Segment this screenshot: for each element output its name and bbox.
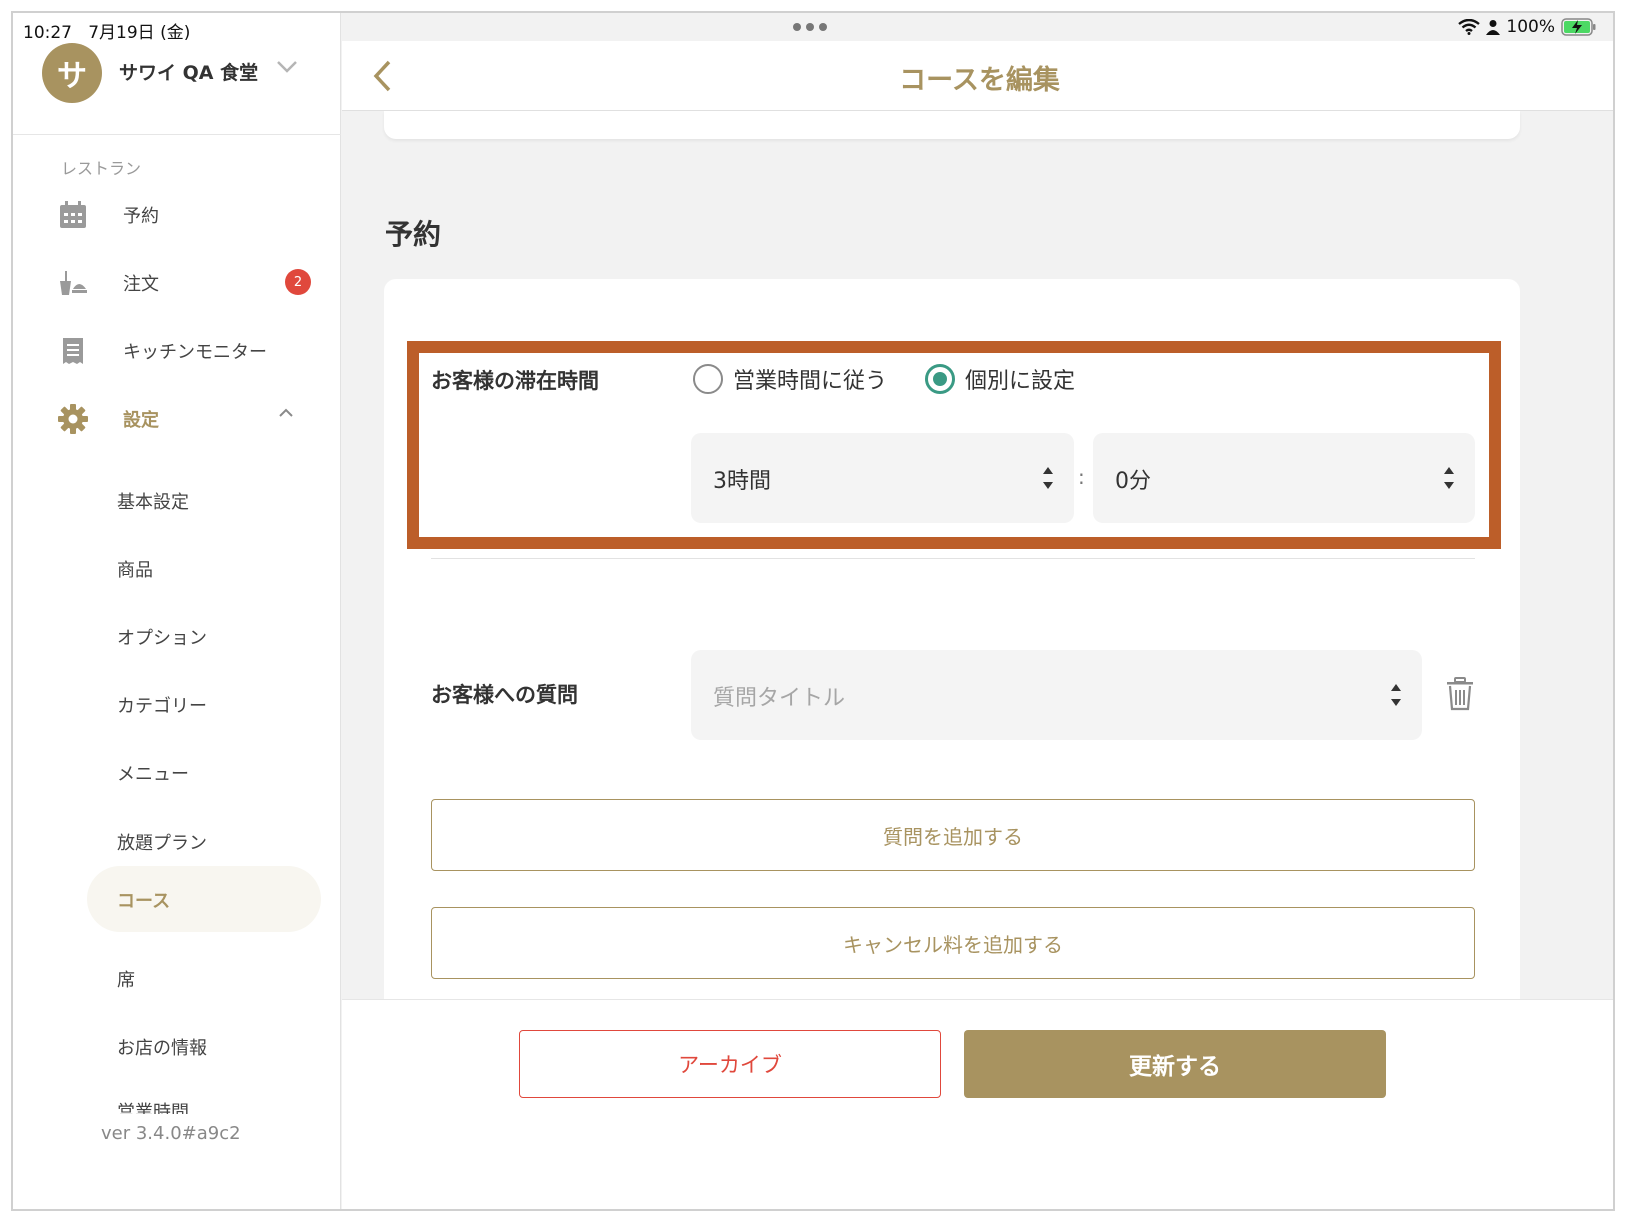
customer-questions-label: お客様への質問 (431, 683, 578, 707)
shop-name: サワイ QA 食堂 (119, 62, 259, 84)
order-count-badge: 2 (285, 269, 311, 295)
section-title: 予約 (385, 218, 442, 251)
status-indicators: 100% (1458, 17, 1597, 37)
sidebar-item-label: 注文 (123, 274, 159, 295)
sidebar-subitem-label: 席 (117, 970, 135, 991)
wifi-icon (1458, 19, 1481, 35)
calendar-icon (60, 201, 86, 228)
shop-avatar: サ (42, 43, 102, 103)
sidebar-item-reservations[interactable]: 予約 (13, 187, 341, 243)
select-value: 3時間 (713, 469, 771, 494)
radio-label: 個別に設定 (965, 369, 1076, 394)
sidebar-subitem-label: お店の情報 (117, 1038, 207, 1059)
radio-label: 営業時間に従う (733, 369, 888, 394)
sidebar: 10:27 7月19日 (金) サ サワイ QA 食堂 レストラン 予約 注文 … (13, 13, 341, 1209)
status-time: 10:27 7月19日 (金) (23, 23, 191, 43)
sidebar-subitem-basic-settings[interactable]: 基本設定 (13, 467, 341, 533)
sidebar-subitem-products[interactable]: 商品 (13, 535, 341, 601)
app-version: ver 3.4.0#a9c2 (101, 1123, 241, 1144)
add-question-button[interactable]: 質問を追加する (431, 799, 1475, 871)
page-title: コースを編集 (899, 65, 1060, 96)
up-down-arrows-icon (1043, 467, 1053, 489)
up-down-arrows-icon (1444, 467, 1454, 489)
question-title-select[interactable]: 質問タイトル (691, 650, 1422, 740)
sidebar-item-orders[interactable]: 注文 2 (13, 255, 341, 311)
sidebar-subitem-label: オプション (117, 628, 207, 649)
radio-follow-business-hours[interactable]: 営業時間に従う (693, 363, 887, 395)
battery-charging-icon (1561, 18, 1596, 36)
user-icon (1486, 20, 1501, 35)
stay-minutes-select[interactable]: 0分 (1093, 433, 1475, 523)
sidebar-item-label: 設定 (123, 410, 159, 431)
sidebar-item-settings[interactable]: 設定 (13, 391, 341, 447)
select-value: 0分 (1115, 469, 1151, 494)
sidebar-subitem-label: 商品 (117, 560, 153, 581)
sidebar-subitem-label: 放題プラン (117, 833, 207, 854)
divider (431, 558, 1475, 559)
previous-card-bottom (384, 111, 1520, 139)
trash-icon[interactable] (1445, 677, 1475, 711)
gear-icon (58, 404, 88, 434)
page-header: コースを編集 (342, 41, 1613, 111)
radio-unselected-icon (693, 364, 723, 394)
sidebar-subitem-business-hours[interactable]: 営業時間 (13, 1088, 341, 1114)
multitask-dots[interactable] (793, 23, 827, 31)
radio-selected-icon (925, 364, 955, 394)
sidebar-subitem-all-you-can-plan[interactable]: 放題プラン (13, 808, 341, 874)
sidebar-subitem-label: 営業時間 (117, 1102, 189, 1114)
select-placeholder: 質問タイトル (713, 686, 846, 711)
stay-time-label: お客様の滞在時間 (431, 369, 599, 393)
time-separator: : (1078, 465, 1085, 489)
update-button[interactable]: 更新する (964, 1030, 1386, 1098)
sidebar-subitem-menu[interactable]: メニュー (13, 739, 341, 805)
sidebar-subitem-shop-info[interactable]: お店の情報 (13, 1013, 341, 1079)
sidebar-subitem-label: メニュー (117, 764, 189, 785)
sidebar-item-label: 予約 (123, 206, 159, 227)
sidebar-subitem-label: カテゴリー (117, 696, 207, 717)
chevron-down-icon[interactable] (275, 59, 299, 75)
stay-hours-select[interactable]: 3時間 (691, 433, 1074, 523)
up-down-arrows-icon (1391, 684, 1401, 706)
battery-percent: 100% (1506, 17, 1555, 37)
sidebar-subitem-course[interactable]: コース (13, 866, 341, 932)
sidebar-subitem-options[interactable]: オプション (13, 603, 341, 669)
sidebar-subitem-seats[interactable]: 席 (13, 945, 341, 1011)
sidebar-subitem-label: 基本設定 (117, 492, 189, 513)
chevron-up-icon[interactable] (277, 407, 295, 419)
shop-switcher[interactable]: サ サワイ QA 食堂 (13, 41, 341, 135)
sidebar-item-label: キッチンモニター (123, 342, 267, 363)
sidebar-subitem-categories[interactable]: カテゴリー (13, 671, 341, 737)
radio-custom-setting[interactable]: 個別に設定 (925, 363, 1075, 395)
order-icon (60, 271, 87, 295)
add-cancel-fee-button[interactable]: キャンセル料を追加する (431, 907, 1475, 979)
action-footer: アーカイブ 更新する (342, 999, 1613, 1209)
sidebar-item-kitchen-monitor[interactable]: キッチンモニター (13, 323, 341, 379)
sidebar-section-label: レストラン (61, 159, 142, 178)
receipt-icon (63, 338, 83, 364)
sidebar-subitem-label: コース (117, 891, 171, 912)
archive-button[interactable]: アーカイブ (519, 1030, 941, 1098)
app-frame: 10:27 7月19日 (金) サ サワイ QA 食堂 レストラン 予約 注文 … (11, 11, 1615, 1211)
